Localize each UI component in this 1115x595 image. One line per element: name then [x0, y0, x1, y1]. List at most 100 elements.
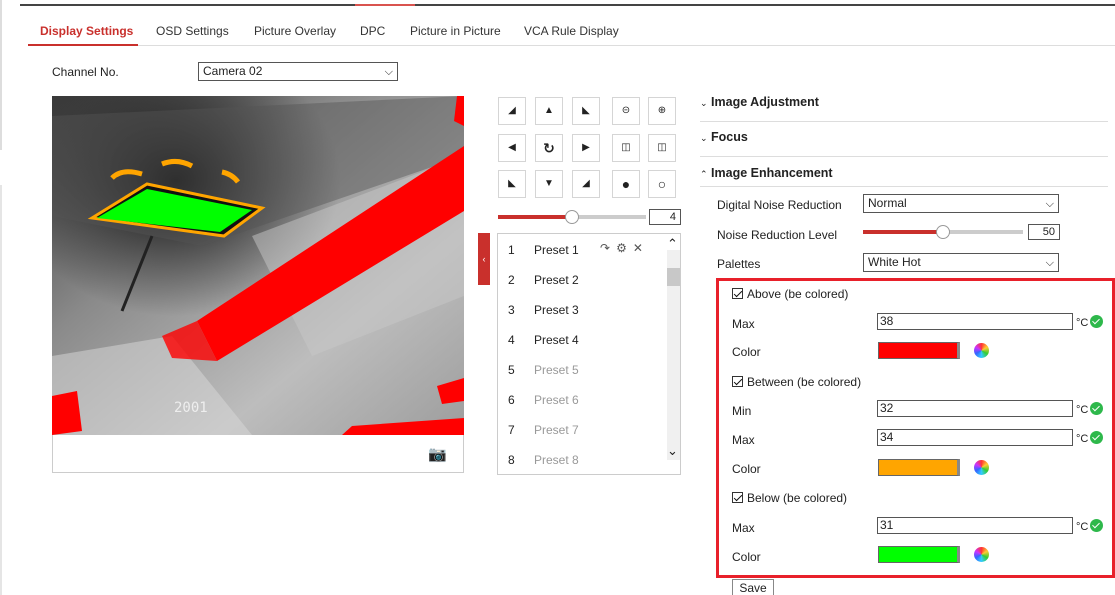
checkbox-checked-icon[interactable] [732, 492, 743, 503]
between-min-unit: °C [1076, 402, 1104, 416]
video-preview[interactable]: 2001 [52, 96, 464, 435]
tab-picture-overlay[interactable]: Picture Overlay [254, 24, 336, 38]
above-max-input[interactable]: 38 [877, 313, 1073, 330]
checkbox-checked-icon[interactable] [732, 288, 743, 299]
chevron-up-icon[interactable]: ⌃ [667, 236, 678, 252]
below-max-unit: °C [1076, 519, 1104, 533]
chevron-up-icon: ⌃ [700, 169, 708, 179]
left-edge-bar [0, 185, 2, 595]
color-picker-icon[interactable] [974, 460, 989, 475]
tab-bar: Display Settings OSD Settings Picture Ov… [28, 16, 1115, 46]
between-min-input[interactable]: 32 [877, 400, 1073, 417]
arrow-up-left-icon[interactable]: ◢ [498, 97, 526, 125]
divider [700, 156, 1108, 157]
chevron-down-icon: ⌄ [700, 98, 708, 108]
color-picker-icon[interactable] [974, 343, 989, 358]
check-circle-icon [1090, 431, 1104, 444]
arrow-up-icon[interactable]: ▲ [535, 97, 563, 125]
save-button[interactable]: Save [732, 579, 774, 595]
between-color-label: Color [732, 462, 761, 476]
list-item[interactable]: 5 Preset 5 [498, 354, 666, 384]
arrow-down-icon[interactable]: ▼ [535, 170, 563, 198]
zoom-out-icon[interactable]: ⊝ [612, 97, 640, 125]
color-picker-icon[interactable] [974, 547, 989, 562]
tab-dpc[interactable]: DPC [360, 24, 385, 38]
top-divider [20, 4, 1115, 6]
below-max-label: Max [732, 521, 755, 535]
camera-icon[interactable]: 📷 [428, 445, 447, 463]
divider [700, 121, 1108, 122]
chevron-down-icon: ⌵ [1045, 198, 1054, 210]
arrow-right-icon[interactable]: ▶ [572, 134, 600, 162]
arrow-down-left-icon[interactable]: ◣ [498, 170, 526, 198]
between-min-label: Min [732, 404, 752, 418]
top-accent [355, 4, 415, 6]
gear-icon[interactable]: ⚙ [616, 241, 633, 255]
above-max-unit: °C [1076, 315, 1104, 329]
above-checkbox[interactable]: Above (be colored) [732, 287, 848, 301]
video-osd-text: 2001 [174, 400, 208, 416]
channel-select[interactable]: Camera 02 ⌵ [198, 62, 398, 81]
below-color-swatch[interactable] [878, 546, 960, 563]
arrow-down-right-icon[interactable]: ◢ [572, 170, 600, 198]
list-item[interactable]: 3 Preset 3 [498, 294, 666, 324]
arrow-left-icon[interactable]: ◀ [498, 134, 526, 162]
check-circle-icon [1090, 315, 1104, 328]
dnr-label: Digital Noise Reduction [717, 198, 842, 212]
between-max-label: Max [732, 433, 755, 447]
above-color-swatch[interactable] [878, 342, 960, 359]
close-icon[interactable]: ✕ [633, 241, 649, 255]
channel-label: Channel No. [52, 65, 119, 79]
check-circle-icon [1090, 519, 1104, 532]
ptz-speed-slider-handle[interactable] [565, 210, 579, 224]
zoom-in-icon[interactable]: ⊕ [648, 97, 676, 125]
chevron-down-icon: ⌵ [384, 66, 393, 78]
chevron-down-icon[interactable]: ⌄ [667, 443, 678, 459]
iris-close-icon[interactable]: ● [612, 170, 640, 198]
focus-far-icon[interactable]: ◫ [648, 134, 676, 162]
section-image-adjustment[interactable]: ⌄ Image Adjustment [700, 95, 819, 109]
palettes-label: Palettes [717, 257, 761, 271]
collapse-handle[interactable]: ‹ [478, 233, 490, 285]
list-item[interactable]: 8 Preset 8 [498, 444, 666, 474]
nr-level-value[interactable]: 50 [1028, 224, 1060, 240]
checkbox-checked-icon[interactable] [732, 376, 743, 387]
nr-level-slider-handle[interactable] [936, 225, 950, 239]
section-focus[interactable]: ⌄ Focus [700, 130, 748, 144]
between-max-input[interactable]: 34 [877, 429, 1073, 446]
chevron-down-icon: ⌄ [700, 133, 708, 143]
chevron-down-icon: ⌵ [1045, 257, 1054, 269]
auto-rotate-icon[interactable]: ↻ [535, 134, 563, 162]
section-image-enhancement[interactable]: ⌃ Image Enhancement [700, 166, 833, 180]
between-color-swatch[interactable] [878, 459, 960, 476]
palettes-select[interactable]: White Hot ⌵ [863, 253, 1059, 272]
video-toolbar: 📷 [52, 435, 464, 473]
tab-picture-in-picture[interactable]: Picture in Picture [410, 24, 501, 38]
call-preset-icon[interactable]: ↷ [600, 241, 616, 255]
iris-open-icon[interactable]: ○ [648, 170, 676, 198]
list-item[interactable]: 1 Preset 1 ↷⚙✕ [498, 234, 666, 264]
list-item[interactable]: 6 Preset 6 [498, 384, 666, 414]
dnr-select[interactable]: Normal ⌵ [863, 194, 1059, 213]
list-item[interactable]: 2 Preset 2 [498, 264, 666, 294]
below-max-input[interactable]: 31 [877, 517, 1073, 534]
divider [700, 186, 1108, 187]
below-checkbox[interactable]: Below (be colored) [732, 491, 847, 505]
between-checkbox[interactable]: Between (be colored) [732, 375, 861, 389]
left-edge-bar [0, 0, 2, 150]
tab-vca-rule-display[interactable]: VCA Rule Display [524, 24, 619, 38]
ptz-speed-slider-fill [498, 215, 572, 219]
list-item[interactable]: 7 Preset 7 [498, 414, 666, 444]
arrow-up-right-icon[interactable]: ◣ [572, 97, 600, 125]
tab-display-settings[interactable]: Display Settings [40, 24, 133, 38]
check-circle-icon [1090, 402, 1104, 415]
preset-scrollbar-thumb[interactable] [667, 268, 680, 286]
tab-osd-settings[interactable]: OSD Settings [156, 24, 229, 38]
ptz-speed-value[interactable]: 4 [649, 209, 681, 225]
focus-near-icon[interactable]: ◫ [612, 134, 640, 162]
nr-level-label: Noise Reduction Level [717, 228, 838, 242]
list-item[interactable]: 4 Preset 4 [498, 324, 666, 354]
above-max-label: Max [732, 317, 755, 331]
between-max-unit: °C [1076, 431, 1104, 445]
above-color-label: Color [732, 345, 761, 359]
